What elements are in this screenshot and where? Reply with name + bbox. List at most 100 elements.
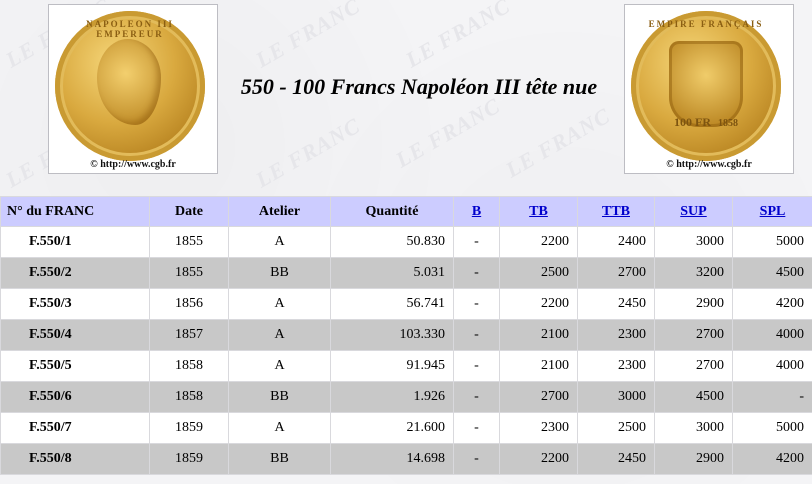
cell-sup: 3000	[655, 227, 732, 257]
cell-atelier: A	[229, 289, 330, 319]
cell-date: 1859	[150, 444, 228, 474]
cell-atelier: A	[229, 351, 330, 381]
cell-quantite: 56.741	[331, 289, 453, 319]
image-credit: © http://www.cgb.fr	[666, 159, 752, 170]
cell-code: F.550/5	[1, 351, 149, 381]
col-header-spl: SPL	[733, 197, 812, 226]
grade-link-sup[interactable]: SUP	[680, 204, 706, 219]
cell-spl: 4000	[733, 320, 812, 350]
cell-code: F.550/2	[1, 258, 149, 288]
image-credit: © http://www.cgb.fr	[90, 159, 176, 170]
cell-quantite: 14.698	[331, 444, 453, 474]
cell-b: -	[454, 413, 499, 443]
cell-sup: 2900	[655, 289, 732, 319]
cell-spl: 4500	[733, 258, 812, 288]
cell-date: 1859	[150, 413, 228, 443]
cell-code: F.550/7	[1, 413, 149, 443]
coin-year: 1858	[718, 118, 738, 129]
col-header-code: N° du FRANC	[1, 197, 149, 226]
cell-tb: 2100	[500, 351, 577, 381]
col-header-atelier: Atelier	[229, 197, 330, 226]
price-table: N° du FRANC Date Atelier Quantité B TB T…	[0, 196, 812, 475]
grade-link-spl[interactable]: SPL	[760, 204, 786, 219]
cell-code: F.550/1	[1, 227, 149, 257]
grade-link-ttb[interactable]: TTB	[602, 204, 630, 219]
cell-code: F.550/8	[1, 444, 149, 474]
page-title: 550 - 100 Francs Napoléon III tête nue	[240, 74, 598, 99]
cell-quantite: 21.600	[331, 413, 453, 443]
cell-tb: 2200	[500, 289, 577, 319]
cell-code: F.550/3	[1, 289, 149, 319]
cell-ttb: 2450	[578, 289, 654, 319]
cell-ttb: 2500	[578, 413, 654, 443]
col-header-date: Date	[150, 197, 228, 226]
cell-quantite: 91.945	[331, 351, 453, 381]
cell-sup: 2900	[655, 444, 732, 474]
coin-value: 100 FR 1858	[631, 115, 781, 130]
col-header-tb: TB	[500, 197, 577, 226]
table-row: F.550/2 1855 BB 5.031-2500 2700 3200 4500	[1, 258, 812, 288]
cell-tb: 2500	[500, 258, 577, 288]
cell-atelier: A	[229, 227, 330, 257]
cell-b: -	[454, 227, 499, 257]
cell-quantite: 103.330	[331, 320, 453, 350]
cell-quantite: 5.031	[331, 258, 453, 288]
cell-ttb: 2300	[578, 320, 654, 350]
cell-sup: 3200	[655, 258, 732, 288]
cell-tb: 2100	[500, 320, 577, 350]
table-row: F.550/7 1859 A 21.600-2300 2500 3000 5000	[1, 413, 812, 443]
cell-ttb: 2700	[578, 258, 654, 288]
cell-sup: 3000	[655, 413, 732, 443]
cell-atelier: BB	[229, 382, 330, 412]
cell-ttb: 2450	[578, 444, 654, 474]
table-row: F.550/5 1858 A 91.945-2100 2300 2700 4000	[1, 351, 812, 381]
page-header: NAPOLEON III EMPEREUR © http://www.cgb.f…	[0, 0, 812, 184]
cell-spl: -	[733, 382, 812, 412]
cell-ttb: 2400	[578, 227, 654, 257]
cell-tb: 2200	[500, 444, 577, 474]
coin-reverse: EMPIRE FRANÇAIS 100 FR 1858	[631, 11, 781, 161]
col-header-sup: SUP	[655, 197, 732, 226]
table-row: F.550/3 1856 A 56.741-2200 2450 2900 4200	[1, 289, 812, 319]
cell-date: 1856	[150, 289, 228, 319]
cell-date: 1858	[150, 351, 228, 381]
cell-spl: 4200	[733, 289, 812, 319]
cell-atelier: A	[229, 413, 330, 443]
cell-b: -	[454, 444, 499, 474]
cell-tb: 2300	[500, 413, 577, 443]
table-row: F.550/6 1858 BB 1.926-2700 3000 4500-	[1, 382, 812, 412]
cell-atelier: A	[229, 320, 330, 350]
cell-spl: 5000	[733, 227, 812, 257]
cell-ttb: 3000	[578, 382, 654, 412]
cell-date: 1855	[150, 227, 228, 257]
coin-obverse-legend: NAPOLEON III EMPEREUR	[86, 19, 174, 39]
cell-b: -	[454, 351, 499, 381]
cell-spl: 4200	[733, 444, 812, 474]
cell-code: F.550/4	[1, 320, 149, 350]
cell-b: -	[454, 289, 499, 319]
cell-b: -	[454, 258, 499, 288]
cell-sup: 2700	[655, 351, 732, 381]
cell-spl: 5000	[733, 413, 812, 443]
cell-atelier: BB	[229, 258, 330, 288]
table-header-row: N° du FRANC Date Atelier Quantité B TB T…	[1, 197, 812, 226]
col-header-quantite: Quantité	[331, 197, 453, 226]
cell-quantite: 50.830	[331, 227, 453, 257]
grade-link-tb[interactable]: TB	[529, 204, 548, 219]
cell-b: -	[454, 320, 499, 350]
cell-tb: 2200	[500, 227, 577, 257]
cell-spl: 4000	[733, 351, 812, 381]
cell-quantite: 1.926	[331, 382, 453, 412]
cell-ttb: 2300	[578, 351, 654, 381]
cell-date: 1855	[150, 258, 228, 288]
table-row: F.550/4 1857 A 103.330-2100 2300 2700 4000	[1, 320, 812, 350]
coin-reverse-image: EMPIRE FRANÇAIS 100 FR 1858 © http://www…	[624, 4, 794, 174]
table-row: F.550/1 1855 A 50.830-2200 2400 3000 5000	[1, 227, 812, 257]
coin-obverse-image: NAPOLEON III EMPEREUR © http://www.cgb.f…	[48, 4, 218, 174]
grade-link-b[interactable]: B	[472, 204, 481, 219]
coin-reverse-legend: EMPIRE FRANÇAIS	[648, 19, 764, 29]
cell-atelier: BB	[229, 444, 330, 474]
cell-date: 1858	[150, 382, 228, 412]
col-header-ttb: TTB	[578, 197, 654, 226]
table-row: F.550/8 1859 BB 14.698-2200 2450 2900 4200	[1, 444, 812, 474]
